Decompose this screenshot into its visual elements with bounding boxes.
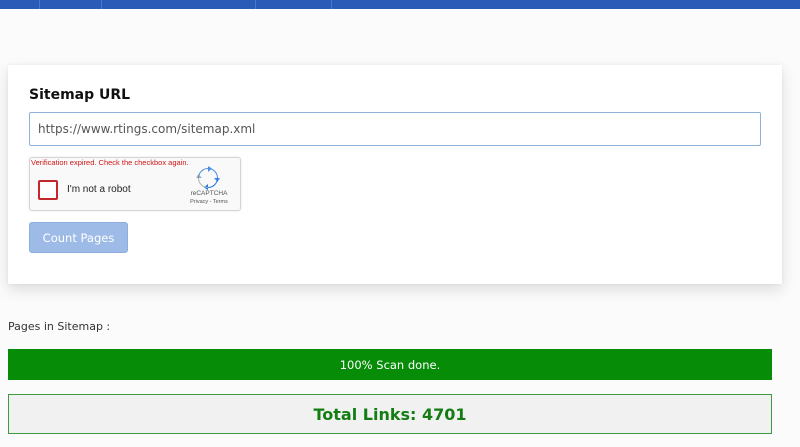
recaptcha-privacy-terms-links[interactable]: Privacy - Terms	[180, 199, 238, 205]
sitemap-form-card: Sitemap URL Verification expired. Check …	[8, 65, 782, 284]
scan-progress-text: 100% Scan done.	[339, 357, 441, 372]
pages-in-sitemap-label: Pages in Sitemap :	[8, 320, 111, 333]
recaptcha-widget: Verification expired. Check the checkbox…	[29, 157, 241, 211]
count-pages-button[interactable]: Count Pages	[29, 222, 128, 253]
top-nav-segment[interactable]	[102, 0, 256, 9]
sitemap-url-input[interactable]	[29, 112, 761, 146]
recaptcha-error-message: Verification expired. Check the checkbox…	[31, 158, 189, 167]
top-nav-segment[interactable]	[0, 0, 40, 9]
recaptcha-checkbox[interactable]	[38, 180, 58, 200]
scan-progress-bar: 100% Scan done.	[8, 349, 772, 380]
recaptcha-logo-icon	[196, 166, 220, 190]
total-links-result: Total Links: 4701	[8, 394, 772, 434]
top-nav-segment[interactable]	[256, 0, 332, 9]
top-nav-segment[interactable]	[40, 0, 102, 9]
recaptcha-brand: reCAPTCHA	[190, 190, 228, 197]
sitemap-url-heading: Sitemap URL	[29, 87, 131, 103]
recaptcha-checkbox-label: I'm not a robot	[67, 184, 131, 195]
top-nav-bar	[0, 0, 800, 9]
